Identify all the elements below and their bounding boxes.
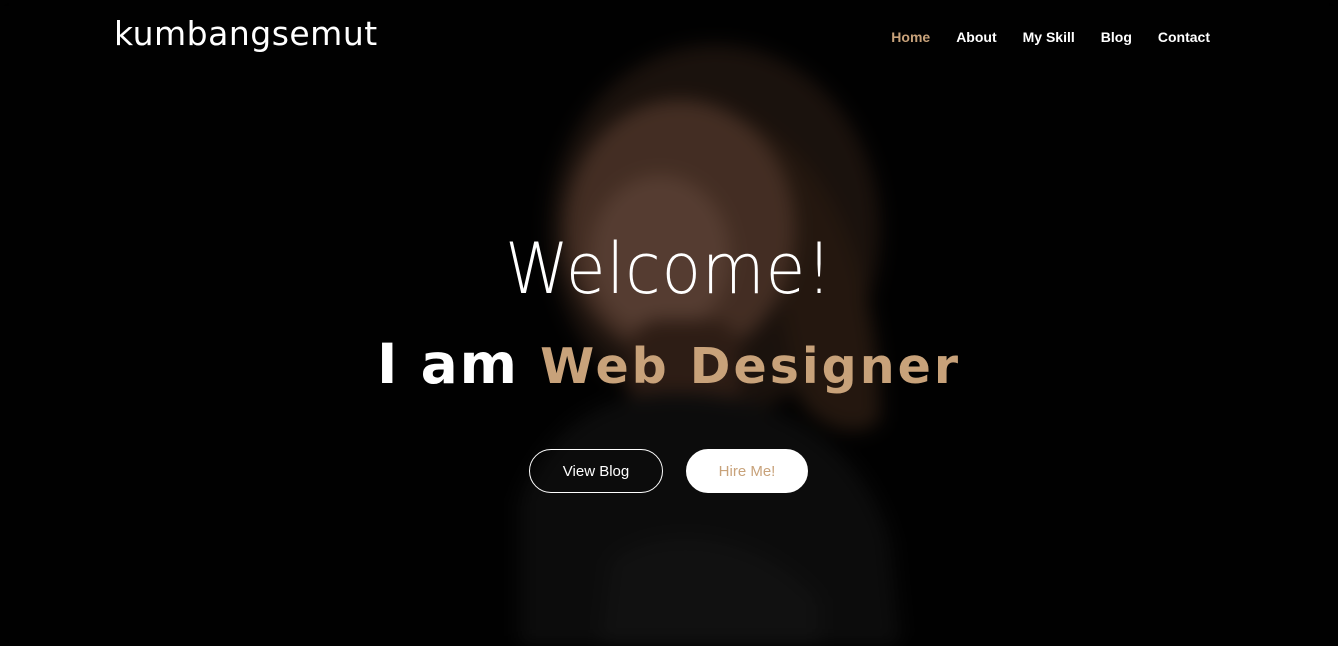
site-logo[interactable]: kumbangsemut <box>114 14 378 53</box>
nav-item-contact[interactable]: Contact <box>1158 29 1210 45</box>
nav-item-my-skill[interactable]: My Skill <box>1023 29 1075 45</box>
nav-item-home[interactable]: Home <box>891 29 930 45</box>
hire-me-button[interactable]: Hire Me! <box>686 449 808 493</box>
main-nav: Home About My Skill Blog Contact <box>891 29 1210 45</box>
tagline-lead: I am <box>376 332 541 396</box>
site-header: kumbangsemut Home About My Skill Blog Co… <box>0 0 1338 76</box>
nav-item-about[interactable]: About <box>956 29 996 45</box>
hero-overlay <box>0 0 1338 646</box>
hero-section: kumbangsemut Home About My Skill Blog Co… <box>0 0 1338 646</box>
tagline-role: Web Designer <box>540 338 962 395</box>
tagline: I am Web Designer <box>0 332 1338 396</box>
welcome-heading: Welcome! <box>505 228 833 310</box>
nav-item-blog[interactable]: Blog <box>1101 29 1132 45</box>
view-blog-button[interactable]: View Blog <box>529 449 663 493</box>
